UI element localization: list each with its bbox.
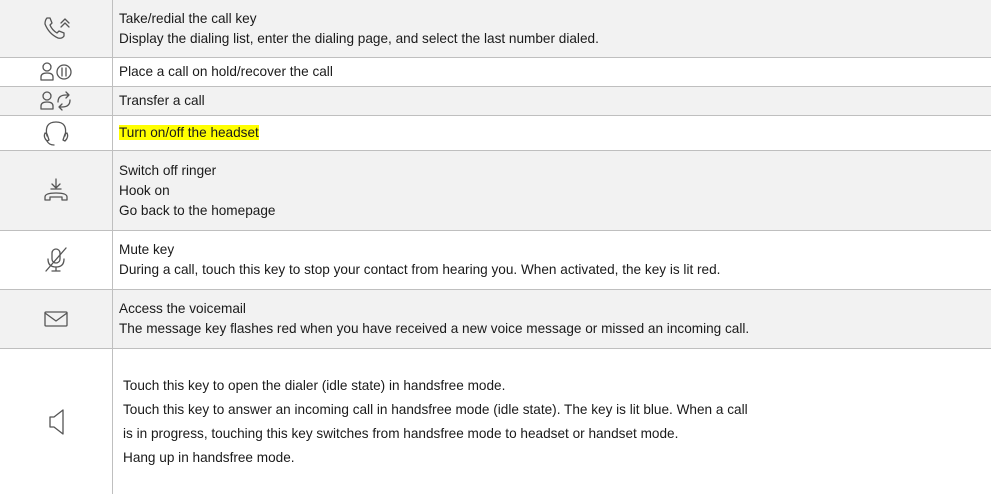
row-text: Place a call on hold/recover the call [119,64,333,79]
table-row: Touch this key to open the dialer (idle … [0,348,991,494]
table-row: Transfer a call [0,86,991,116]
envelope-icon [44,311,68,327]
icon-cell [0,0,113,58]
row-text: Mute key [119,242,175,257]
row-text: Touch this key to open the dialer (idle … [123,377,506,393]
description-cell: Mute key During a call, touch this key t… [112,230,991,290]
icon-cell [0,86,113,116]
mute-microphone-icon [45,247,67,272]
description-cell: Touch this key to open the dialer (idle … [112,348,991,494]
key-description-table: Take/redial the call key Display the dia… [0,0,991,494]
table-row: Take/redial the call key Display the dia… [0,0,991,58]
row-text: Hang up in handsfree mode. [123,449,295,465]
row-text: Switch off ringer [119,162,217,178]
icon-cell [0,289,113,349]
table-row: Access the voicemail The message key fla… [0,289,991,349]
row-text: Hook on [119,182,170,198]
description-cell: Switch off ringer Hook on Go back to the… [112,150,991,231]
icon-cell [0,57,113,87]
description-cell: Take/redial the call key Display the dia… [112,0,991,58]
table-row: Turn on/off the headset [0,115,991,151]
table-row: Switch off ringer Hook on Go back to the… [0,150,991,231]
transfer-call-icon [40,91,71,111]
hang-up-icon [44,177,68,201]
speaker-icon [49,408,64,435]
row-text: Take/redial the call key [119,10,257,26]
table-row: Place a call on hold/recover the call [0,57,991,87]
headset-icon [43,121,69,146]
description-cell: Transfer a call [112,86,991,116]
description-cell: Place a call on hold/recover the call [112,57,991,87]
highlighted-text: Turn on/off the headset [119,125,259,140]
row-text: Display the dialing list, enter the dial… [119,30,599,46]
table-row: Mute key During a call, touch this key t… [0,230,991,290]
row-text: The message key flashes red when you hav… [119,321,750,336]
row-text: Access the voicemail [119,301,246,316]
row-text: Transfer a call [119,93,205,108]
row-text: During a call, touch this key to stop yo… [119,262,721,277]
row-text: is in progress, touching this key switch… [123,425,679,441]
description-cell: Access the voicemail The message key fla… [112,289,991,349]
row-text: Go back to the homepage [119,202,276,218]
hold-call-icon [40,62,72,81]
icon-cell [0,348,113,494]
icon-cell [0,150,113,231]
icon-cell [0,115,113,151]
icon-cell [0,230,113,290]
phone-redial-icon [44,16,70,39]
description-cell: Turn on/off the headset [112,115,991,151]
row-text: Touch this key to answer an incoming cal… [123,401,748,417]
